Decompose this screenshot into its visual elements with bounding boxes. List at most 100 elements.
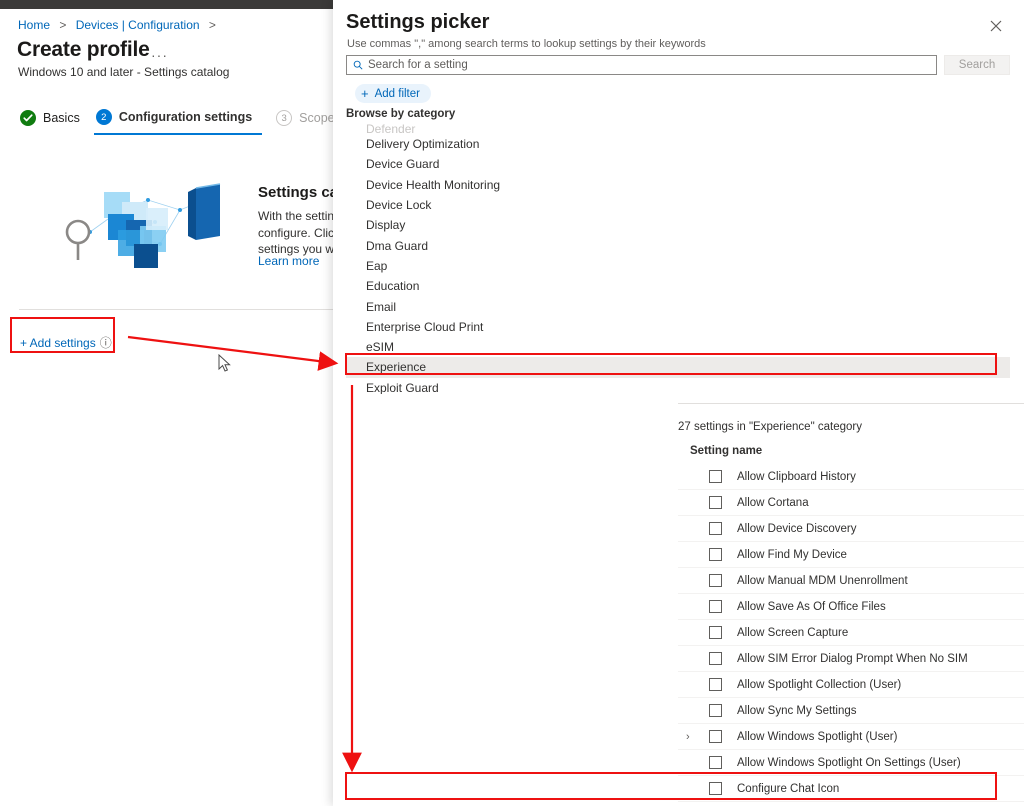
settings-row[interactable]: ›Allow Windows Spotlight (User)i bbox=[678, 724, 1024, 750]
setting-checkbox[interactable] bbox=[709, 652, 722, 665]
category-item-label: Delivery Optimization bbox=[366, 137, 479, 151]
tab-number-badge-3: 3 bbox=[276, 110, 292, 126]
browse-by-category-heading: Browse by category bbox=[346, 108, 455, 120]
setting-checkbox[interactable] bbox=[709, 496, 722, 509]
tab-basics-label: Basics bbox=[43, 111, 80, 125]
setting-name-label: Allow Find My Device bbox=[737, 549, 847, 561]
category-item-label: Device Health Monitoring bbox=[366, 178, 500, 192]
settings-row[interactable]: Allow Save As Of Office Filesi bbox=[678, 594, 1024, 620]
setting-checkbox[interactable] bbox=[709, 704, 722, 717]
category-item-label: Eap bbox=[366, 259, 387, 273]
add-filter-label: Add filter bbox=[375, 88, 420, 100]
highlight-box-experience-category bbox=[345, 353, 997, 375]
category-item-label: Defender bbox=[366, 124, 415, 134]
category-item[interactable]: Defender bbox=[346, 124, 1010, 134]
category-item[interactable]: Dma Guard bbox=[346, 235, 1010, 255]
check-circle-icon bbox=[20, 110, 36, 126]
category-item-label: Email bbox=[366, 300, 396, 314]
category-item-label: Device Guard bbox=[366, 157, 439, 171]
category-item[interactable]: Exploit Guard bbox=[346, 378, 1010, 394]
breadcrumb-item-devices-configuration[interactable]: Devices | Configuration bbox=[76, 18, 200, 32]
breadcrumb: Home > Devices | Configuration > bbox=[18, 18, 222, 32]
catalog-description-line2: configure. Click bbox=[258, 225, 341, 242]
category-item-label: Exploit Guard bbox=[366, 381, 439, 394]
column-header-setting-name: Setting name bbox=[690, 445, 762, 457]
settings-row[interactable]: Allow Clipboard Historyi bbox=[678, 464, 1024, 490]
breadcrumb-separator: > bbox=[59, 18, 66, 32]
page-title: Create profile bbox=[17, 38, 150, 62]
category-item-label: Display bbox=[366, 218, 405, 232]
plus-icon: + bbox=[361, 87, 369, 100]
tab-number-badge: 2 bbox=[96, 109, 112, 125]
add-filter-button[interactable]: + Add filter bbox=[355, 84, 431, 103]
search-row: Search bbox=[346, 55, 1010, 75]
category-item[interactable]: Eap bbox=[346, 256, 1010, 276]
wizard-tabs: Basics 2 Configuration settings 3 Scope … bbox=[18, 105, 376, 135]
setting-name-label: Allow Clipboard History bbox=[737, 471, 856, 483]
page-subtitle: Windows 10 and later - Settings catalog bbox=[18, 65, 229, 79]
settings-picker-title: Settings picker bbox=[346, 11, 489, 34]
search-icon bbox=[353, 60, 363, 70]
category-item[interactable]: Delivery Optimization bbox=[346, 134, 1010, 154]
settings-row[interactable]: Allow Sync My Settingsi bbox=[678, 698, 1024, 724]
setting-name-label: Allow SIM Error Dialog Prompt When No SI… bbox=[737, 653, 968, 665]
tab-configuration-settings-label: Configuration settings bbox=[119, 110, 252, 124]
category-item-label: Enterprise Cloud Print bbox=[366, 320, 483, 334]
settings-row[interactable]: Allow Manual MDM Unenrollmenti bbox=[678, 568, 1024, 594]
learn-more-link[interactable]: Learn more bbox=[258, 254, 319, 268]
category-item-label: Device Lock bbox=[366, 198, 431, 212]
settings-row[interactable]: Allow Cortanai bbox=[678, 490, 1024, 516]
search-box[interactable] bbox=[346, 55, 937, 75]
settings-row[interactable]: Allow SIM Error Dialog Prompt When No SI… bbox=[678, 646, 1024, 672]
breadcrumb-item-home[interactable]: Home bbox=[18, 18, 50, 32]
settings-catalog-illustration bbox=[60, 174, 240, 284]
search-input[interactable] bbox=[368, 59, 936, 71]
category-item-label: Dma Guard bbox=[366, 239, 428, 253]
setting-checkbox[interactable] bbox=[709, 600, 722, 613]
tab-configuration-settings[interactable]: 2 Configuration settings bbox=[94, 105, 262, 135]
setting-name-label: Allow Windows Spotlight On Settings (Use… bbox=[737, 757, 961, 769]
chevron-right-icon[interactable]: › bbox=[686, 731, 696, 743]
category-item[interactable]: Enterprise Cloud Print bbox=[346, 317, 1010, 337]
category-item[interactable]: Education bbox=[346, 276, 1010, 296]
category-item[interactable]: Device Lock bbox=[346, 195, 1010, 215]
catalog-heading: Settings ca bbox=[258, 184, 338, 201]
highlight-box-add-settings bbox=[10, 317, 115, 353]
catalog-description: With the setting configure. Click settin… bbox=[258, 208, 341, 258]
panel-divider bbox=[678, 403, 1024, 404]
highlight-box-configure-chat-icon bbox=[345, 772, 997, 800]
settings-row[interactable]: Allow Device Discoveryi bbox=[678, 516, 1024, 542]
settings-row[interactable]: Allow Screen Capturei bbox=[678, 620, 1024, 646]
more-options-button[interactable]: ··· bbox=[151, 47, 168, 63]
setting-checkbox[interactable] bbox=[709, 756, 722, 769]
category-item[interactable]: Device Guard bbox=[346, 154, 1010, 174]
close-icon[interactable] bbox=[984, 14, 1008, 38]
category-item[interactable]: Device Health Monitoring bbox=[346, 175, 1010, 195]
category-item[interactable]: Display bbox=[346, 215, 1010, 235]
settings-count-text: 27 settings in "Experience" category bbox=[678, 421, 862, 433]
setting-checkbox[interactable] bbox=[709, 626, 722, 639]
settings-row[interactable]: Allow Find My Devicei bbox=[678, 542, 1024, 568]
setting-name-label: Allow Manual MDM Unenrollment bbox=[737, 575, 908, 587]
setting-name-label: Allow Windows Spotlight (User) bbox=[737, 731, 897, 743]
settings-list[interactable]: Allow Clipboard HistoryiAllow CortanaiAl… bbox=[678, 464, 1024, 806]
setting-name-label: Allow Screen Capture bbox=[737, 627, 848, 639]
setting-checkbox[interactable] bbox=[709, 574, 722, 587]
setting-checkbox[interactable] bbox=[709, 522, 722, 535]
settings-picker-panel: Settings picker Use commas "," among sea… bbox=[333, 0, 1024, 806]
setting-name-label: Allow Device Discovery bbox=[737, 523, 857, 535]
setting-checkbox[interactable] bbox=[709, 470, 722, 483]
catalog-description-line1: With the setting bbox=[258, 208, 341, 225]
setting-name-label: Allow Sync My Settings bbox=[737, 705, 857, 717]
setting-checkbox[interactable] bbox=[709, 730, 722, 743]
mouse-cursor bbox=[218, 354, 231, 373]
settings-row[interactable]: Allow Spotlight Collection (User)i bbox=[678, 672, 1024, 698]
setting-name-label: Allow Save As Of Office Files bbox=[737, 601, 886, 613]
tab-basics[interactable]: Basics bbox=[18, 106, 94, 134]
category-item[interactable]: Email bbox=[346, 296, 1010, 316]
setting-checkbox[interactable] bbox=[709, 678, 722, 691]
search-button[interactable]: Search bbox=[944, 55, 1010, 75]
category-item-label: Education bbox=[366, 279, 419, 293]
setting-name-label: Allow Cortana bbox=[737, 497, 809, 509]
setting-checkbox[interactable] bbox=[709, 548, 722, 561]
